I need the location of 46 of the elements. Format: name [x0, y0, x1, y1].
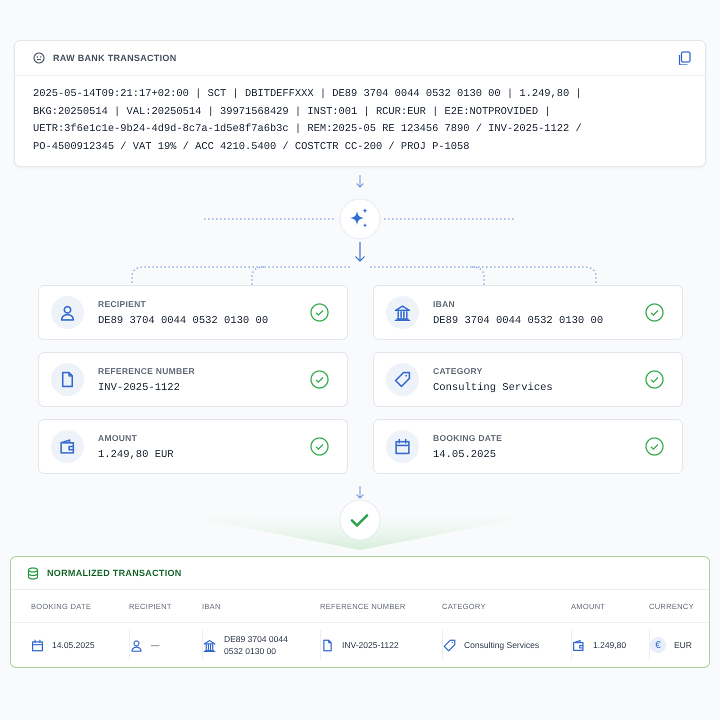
copy-icon[interactable]	[677, 51, 691, 65]
field-label: AMOUNT	[98, 432, 138, 442]
tag-icon	[443, 638, 456, 652]
raw-text-line: BKG:20250514 | VAL:20250514 | 39971568429 | INST:001 | RCUR:EUR | E2E:NOTPROVIDED |	[33, 104, 552, 120]
check-icon	[340, 500, 380, 540]
field-label: RECIPIENT	[98, 298, 148, 308]
tag-icon	[394, 371, 411, 388]
table-cell: 1.249,80	[593, 639, 626, 651]
wallet-icon	[59, 438, 76, 455]
field-value: DE89 3704 0044 0532 0130 00	[98, 314, 270, 326]
table-cell: —	[151, 639, 160, 651]
field-label: IBAN	[433, 298, 456, 308]
database-icon	[27, 566, 39, 580]
field-value: Consulting Services	[433, 382, 554, 394]
table-cell: 14.05.2025	[52, 639, 95, 651]
field-label: BOOKING DATE	[433, 432, 504, 442]
bank-icon	[203, 638, 216, 652]
arrow-icon	[356, 174, 364, 188]
field-value: DE89 3704 0044 0532 0130 00	[433, 314, 604, 326]
table-cell: EUR	[674, 639, 692, 651]
raw-text-line: UETR:3f6e1c1e-9b24-4d9d-8c7a-1d5e8f7a6b3c | REM:2025-05 RE 123456 7890 / INV-2025-1122 /	[33, 122, 583, 137]
field-value: 14.05.2025	[433, 448, 498, 460]
wallet-icon	[572, 638, 585, 652]
table-cell: INV-2025-1122	[342, 639, 399, 651]
currency-badge: €	[650, 637, 666, 653]
table-cell: Consulting Services	[464, 639, 540, 651]
card-title: RAW BANK TRANSACTION	[53, 53, 178, 63]
table-title: NORMALIZED TRANSACTION	[47, 568, 182, 578]
bank-icon	[394, 304, 411, 321]
calendar-icon	[394, 438, 411, 455]
sparkle-icon	[340, 198, 380, 240]
arrow-icon	[356, 486, 364, 499]
smiley-icon	[33, 52, 45, 64]
field-label: REFERENCE NUMBER	[98, 366, 196, 376]
person-icon	[130, 638, 143, 652]
field-value: INV-2025-1122	[98, 382, 181, 394]
calendar-icon	[31, 638, 44, 652]
arrow-icon	[354, 241, 366, 262]
field-value: 1.249,80 EUR	[98, 448, 175, 460]
raw-text-line: PO-4500912345 / VAT 19% / ACC 4210.5400 / COSTCTR CC-200 / PROJ P-1058	[33, 140, 470, 154]
table-cell-text: DE89 3704 0044 0532 0130 00	[224, 633, 289, 657]
document-icon	[59, 371, 76, 388]
field-label: CATEGORY	[433, 366, 484, 376]
document-icon	[321, 638, 334, 652]
person-icon	[59, 304, 76, 321]
raw-text-line: 2025-05-14T09:21:17+02:00 | SCT | DBITDEFFXXX | DE89 3704 0044 0532 0130 00 | 1.249,80 |	[33, 87, 583, 102]
